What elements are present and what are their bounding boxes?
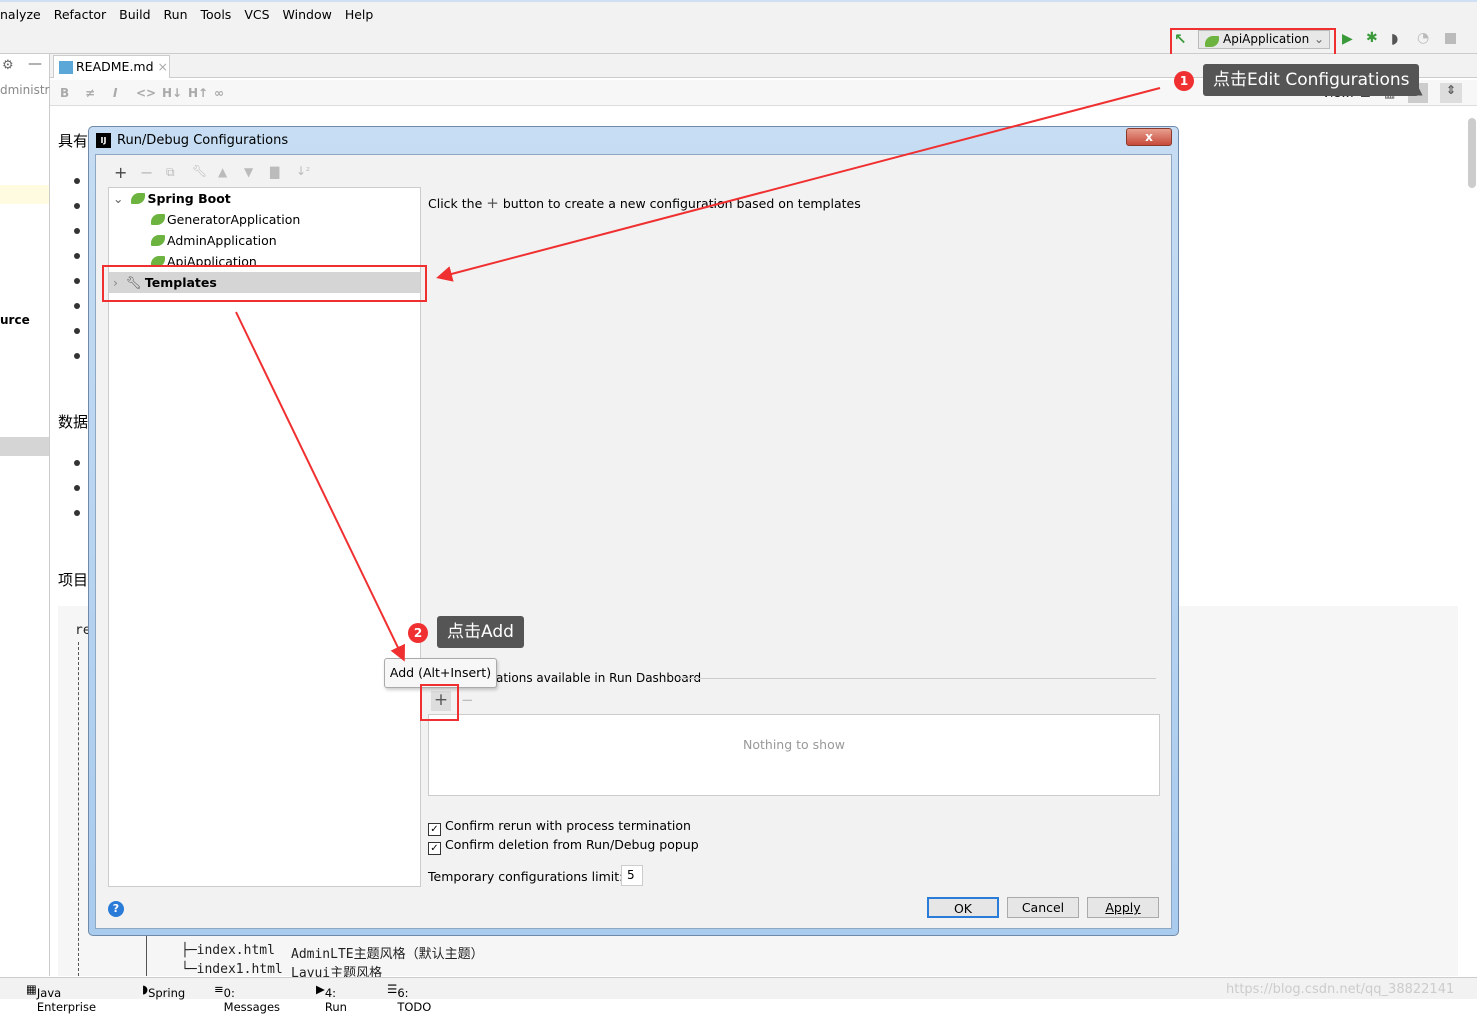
watermark: https://blog.csdn.net/qq_38822141 [1226, 982, 1455, 997]
status-bar: ▦ Java Enterprise ◗ Spring ≡ 0: Messages… [0, 977, 1477, 1014]
tool-spring[interactable]: ◗ Spring [142, 982, 185, 1000]
arrow-to-templates [436, 87, 1161, 282]
annotation-arrows [235, 87, 1161, 662]
tool-run[interactable]: ▶ 4: Run [316, 982, 347, 1014]
tool-todo[interactable]: ☰ 6: TODO [387, 982, 431, 1014]
tool-java-enterprise[interactable]: ▦ Java Enterprise [26, 982, 96, 1014]
arrow-to-add [235, 311, 405, 662]
tool-messages[interactable]: ≡ 0: Messages [214, 982, 280, 1014]
